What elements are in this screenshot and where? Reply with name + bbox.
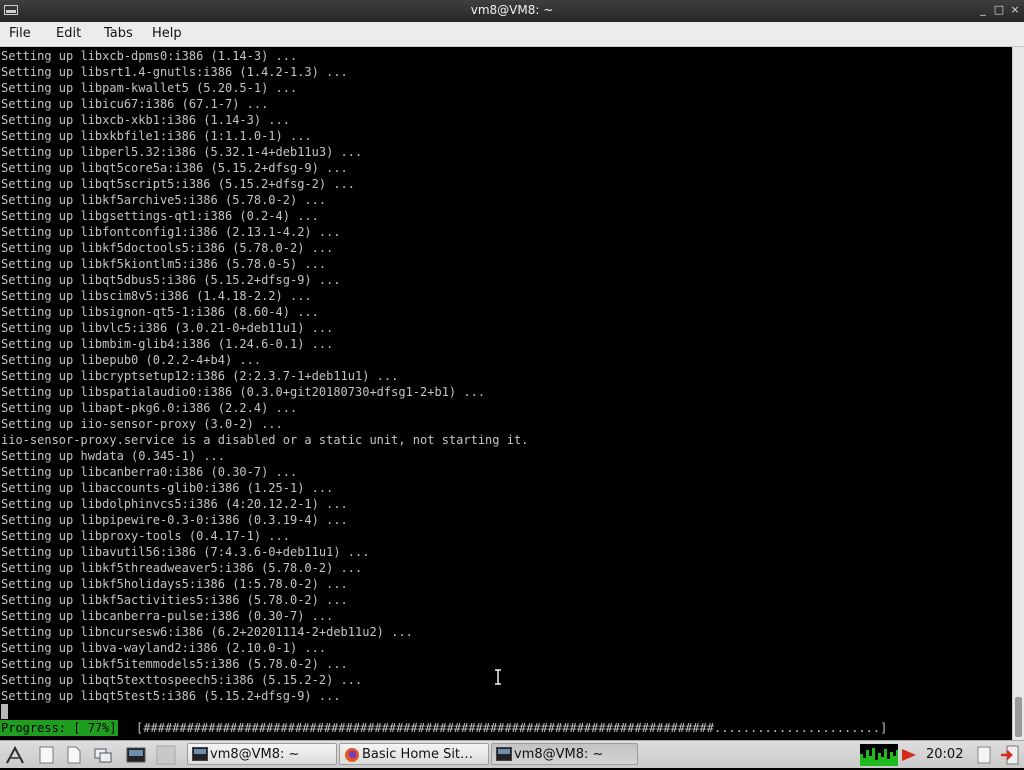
scrollbar-thumb[interactable]	[1015, 697, 1022, 737]
terminal-line: Setting up libvlc5:i386 (3.0.21-0+deb11u…	[1, 321, 334, 335]
cpu-monitor-icon[interactable]	[860, 744, 898, 766]
terminal-scrollbar[interactable]	[1012, 47, 1024, 740]
task-label: Basic Home Sit…	[362, 747, 474, 762]
terminal-line: Setting up libsignon-qt5-1:i386 (8.60-4)…	[1, 305, 319, 319]
terminal-line: Setting up libxcb-xkb1:i386 (1.14-3) ...	[1, 113, 290, 127]
terminal-line: Setting up libcryptsetup12:i386 (2:2.3.7…	[1, 369, 399, 383]
terminal-line: Setting up libepub0 (0.2.2-4+b4) ...	[1, 353, 262, 367]
minimize-button[interactable]: _	[976, 3, 990, 17]
terminal-line: Setting up libcanberra0:i386 (0.30-7) ..…	[1, 465, 298, 479]
progress-label: Progress: [ 77%]	[0, 720, 118, 736]
terminal-line: Setting up iio-sensor-proxy (3.0-2) ...	[1, 417, 283, 431]
terminal-line: Setting up libqt5dbus5:i386 (5.15.2+dfsg…	[1, 273, 341, 287]
notes-icon[interactable]	[975, 745, 993, 765]
terminal-line: Setting up libqt5script5:i386 (5.15.2+df…	[1, 177, 356, 191]
text-cursor-icon	[495, 669, 501, 685]
terminal-line: Setting up libva-wayland2:i386 (2.10.0-1…	[1, 641, 327, 655]
terminal-line: Setting up libcanberra-pulse:i386 (0.30-…	[1, 609, 334, 623]
progress-bar: [#######################################…	[136, 721, 888, 735]
logout-icon[interactable]	[999, 744, 1021, 766]
terminal-line: Setting up libpipewire-0.3-0:i386 (0.3.1…	[1, 513, 348, 527]
terminal-line: Setting up libavutil56:i386 (7:4.3.6-0+d…	[1, 545, 370, 559]
close-button[interactable]: ×	[1008, 3, 1022, 17]
window-title: vm8@VM8: ~	[470, 3, 554, 17]
menu-file[interactable]: File	[8, 26, 32, 41]
terminal-line: Setting up libscim8v5:i386 (1.4.18-2.2) …	[1, 289, 312, 303]
blank-launcher-icon[interactable]	[155, 744, 177, 766]
terminal-line: Setting up libkf5threadweaver5:i386 (5.7…	[1, 561, 363, 575]
maximize-button[interactable]: □	[992, 3, 1006, 17]
terminal-line: Setting up libkf5activities5:i386 (5.78.…	[1, 593, 348, 607]
terminal-line: Setting up libpam-kwallet5 (5.20.5-1) ..…	[1, 81, 298, 95]
terminal-line: Setting up libkf5archive5:i386 (5.78.0-2…	[1, 193, 327, 207]
terminal-line: Setting up libncursesw6:i386 (6.2+202011…	[1, 625, 413, 639]
terminal-line: Setting up libspatialaudio0:i386 (0.3.0+…	[1, 385, 486, 399]
terminal-line: Setting up libqt5core5a:i386 (5.15.2+dfs…	[1, 161, 348, 175]
terminal-icon	[496, 747, 512, 761]
terminal-line: Setting up libdolphinvcs5:i386 (4:20.12.…	[1, 497, 348, 511]
terminal-line: Setting up libxkbfile1:i386 (1:1.1.0-1) …	[1, 129, 312, 143]
task-browser[interactable]: Basic Home Sit…	[339, 743, 489, 765]
terminal-line: Setting up libqt5texttospeech5:i386 (5.1…	[1, 673, 363, 687]
terminal-line: Setting up libmbim-glib4:i386 (1.24.6-0.…	[1, 337, 334, 351]
terminal-line: Setting up libfontconfig1:i386 (2.13.1-4…	[1, 225, 341, 239]
terminal-line: Setting up libproxy-tools (0.4.17-1) ...	[1, 529, 290, 543]
terminal-line: Setting up libkf5kiontlm5:i386 (5.78.0-5…	[1, 257, 327, 271]
taskbar: vm8@VM8: ~ Basic Home Sit… vm8@VM8: ~ 20…	[0, 740, 1024, 768]
terminal-launcher-icon[interactable]	[125, 744, 147, 766]
terminal-line: Setting up libaccounts-glib0:i386 (1.25-…	[1, 481, 334, 495]
apt-progress-row: Progress: [ 77%] [######################…	[0, 720, 1012, 736]
menu-edit[interactable]: Edit	[55, 26, 82, 41]
terminal-output[interactable]: Setting up libxcb-dpms0:i386 (1.14-3) ..…	[0, 47, 1012, 740]
terminal-line: Setting up libapt-pkg6.0:i386 (2.2.4) ..…	[1, 401, 298, 415]
start-menu-icon[interactable]	[4, 744, 26, 766]
terminal-line: Setting up libkf5holidays5:i386 (1:5.78.…	[1, 577, 348, 591]
firefox-icon	[344, 747, 360, 762]
terminal-line: Setting up libsrt1.4-gnutls:i386 (1.4.2-…	[1, 65, 348, 79]
terminal-line: Setting up libicu67:i386 (67.1-7) ...	[1, 97, 269, 111]
terminal-line: Setting up libqt5test5:i386 (5.15.2+dfsg…	[1, 689, 341, 703]
terminal-cursor	[1, 704, 8, 719]
terminal-line: Setting up hwdata (0.345-1) ...	[1, 449, 225, 463]
task-terminal-2[interactable]: vm8@VM8: ~	[491, 743, 638, 765]
task-label: vm8@VM8: ~	[514, 747, 604, 762]
window-switcher-icon[interactable]	[92, 744, 114, 766]
terminal-lines: Setting up libxcb-dpms0:i386 (1.14-3) ..…	[1, 48, 528, 704]
task-label: vm8@VM8: ~	[210, 747, 300, 762]
window-titlebar[interactable]: vm8@VM8: ~ _ □ ×	[0, 0, 1024, 22]
menu-help[interactable]: Help	[151, 26, 183, 41]
terminal-line: Setting up libkf5itemmodels5:i386 (5.78.…	[1, 657, 348, 671]
terminal-icon	[192, 747, 208, 761]
document-icon[interactable]	[63, 744, 85, 766]
clock[interactable]: 20:02	[926, 747, 963, 762]
menu-tabs[interactable]: Tabs	[103, 26, 134, 41]
terminal-line: Setting up libperl5.32:i386 (5.32.1-4+de…	[1, 145, 363, 159]
terminal-line: iio-sensor-proxy.service is a disabled o…	[1, 433, 529, 447]
menu-bar: File Edit Tabs Help	[0, 22, 1024, 47]
volume-icon[interactable]	[900, 745, 918, 765]
file-manager-icon[interactable]	[36, 744, 58, 766]
task-terminal-1[interactable]: vm8@VM8: ~	[187, 743, 337, 765]
terminal-line: Setting up libgsettings-qt1:i386 (0.2-4)…	[1, 209, 319, 223]
terminal-line: Setting up libkf5doctools5:i386 (5.78.0-…	[1, 241, 334, 255]
terminal-line: Setting up libxcb-dpms0:i386 (1.14-3) ..…	[1, 49, 298, 63]
